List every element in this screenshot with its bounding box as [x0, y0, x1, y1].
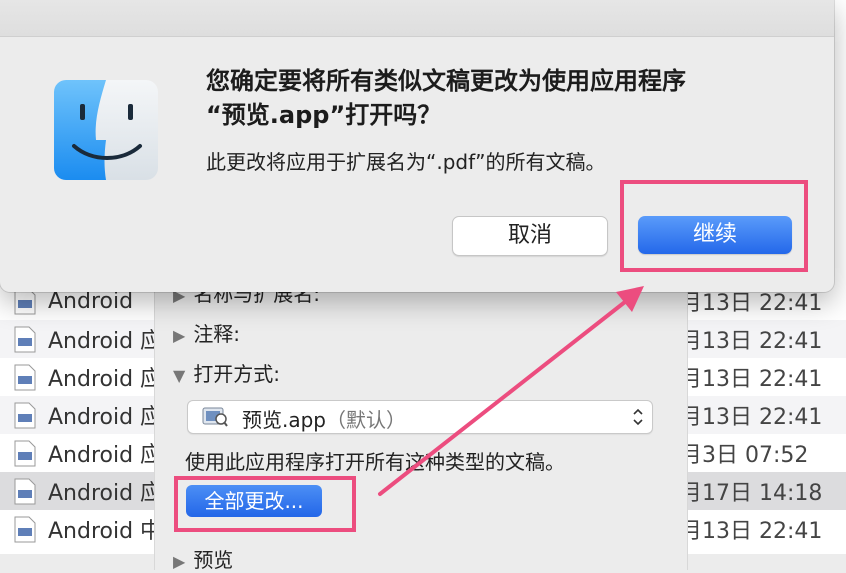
document-icon: [14, 516, 36, 543]
file-date: 月13日 22:41: [680, 405, 823, 430]
change-all-highlight: [174, 476, 356, 532]
file-date: 月13日 22:41: [680, 329, 823, 354]
open-with-help-text: 使用此应用程序打开所有这种类型的文稿。: [185, 450, 565, 474]
file-date: 月17日 14:18: [680, 481, 823, 506]
file-date: 月3日 07:52: [680, 443, 809, 468]
dialog-title: 您确定要将所有类似文稿更改为使用应用程序 “预览.app”打开吗？: [206, 67, 686, 129]
file-name: Android 应: [48, 481, 163, 506]
disclosure-triangle-icon[interactable]: ▶: [173, 552, 185, 571]
file-name: Android 中: [48, 519, 163, 544]
finder-icon: [54, 80, 158, 180]
cancel-button[interactable]: 取消: [452, 216, 608, 256]
default-tag: （默认）: [326, 408, 407, 432]
chevron-up-down-icon: [633, 408, 643, 426]
file-name: Android 应: [48, 329, 163, 354]
file-name: Android: [48, 288, 134, 314]
selected-app-name: 预览.app: [242, 408, 327, 432]
continue-highlight: [620, 180, 808, 272]
preview-app-icon: [202, 407, 228, 427]
document-icon: [14, 440, 36, 467]
disclosure-triangle-open-icon[interactable]: ▼: [173, 366, 185, 385]
file-name: Android 应: [48, 367, 163, 392]
section-preview[interactable]: ▶ 预览: [173, 544, 233, 573]
section-comments[interactable]: ▶ 注释:: [173, 318, 240, 347]
document-icon: [14, 478, 36, 505]
file-date: 月13日 22:41: [680, 519, 823, 544]
dialog-message: 此更改将应用于扩展名为“.pdf”的所有文稿。: [206, 150, 606, 174]
window-title-strip: [0, 0, 834, 37]
open-with-app-select[interactable]: 预览.app（默认）: [187, 400, 653, 434]
document-icon: [14, 402, 36, 429]
disclosure-triangle-icon[interactable]: ▶: [173, 326, 185, 345]
document-icon: [14, 288, 36, 315]
document-icon: [14, 364, 36, 391]
document-icon: [14, 326, 36, 353]
file-name: Android 应: [48, 405, 163, 430]
section-open-with[interactable]: ▼ 打开方式:: [173, 358, 280, 387]
file-date: 月13日 22:41: [680, 367, 823, 392]
file-name: Android 应: [48, 443, 163, 468]
